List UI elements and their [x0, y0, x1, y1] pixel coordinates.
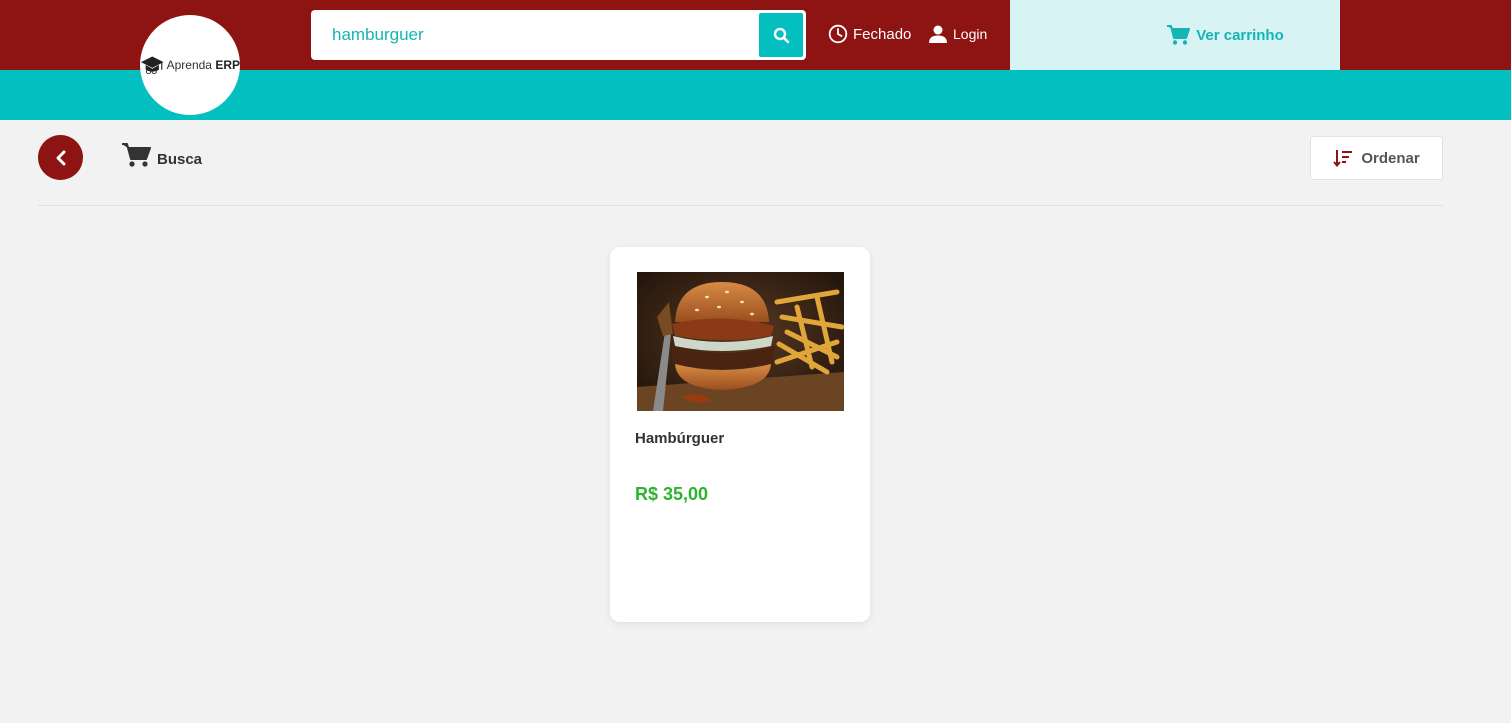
product-name: Hambúrguer	[635, 430, 725, 447]
search-button[interactable]	[759, 13, 803, 57]
view-cart-button[interactable]: Ver carrinho	[1010, 0, 1340, 70]
brand-name: Aprenda ERP	[166, 58, 240, 72]
search-bar	[311, 10, 806, 60]
status-label: Fechado	[853, 25, 912, 43]
search-icon	[773, 27, 789, 43]
cart-icon	[122, 143, 151, 167]
login-label: Login	[953, 26, 988, 42]
breadcrumb-label: Busca	[157, 151, 203, 168]
login-link[interactable]: Login	[928, 24, 987, 44]
sort-label: Ordenar	[1361, 149, 1420, 167]
clock-icon	[828, 24, 848, 44]
graduation-cap-icon	[140, 56, 164, 75]
store-status: Fechado	[828, 24, 911, 44]
product-card[interactable]: Hambúrguer R$ 35,00	[610, 247, 870, 622]
chevron-left-icon	[56, 150, 65, 165]
sort-button[interactable]: Ordenar	[1310, 136, 1443, 180]
brand-logo[interactable]: Aprenda ERP	[140, 15, 240, 115]
breadcrumb: Busca	[121, 142, 202, 168]
product-price: R$ 35,00	[635, 484, 709, 504]
divider	[38, 205, 1443, 206]
cart-label: Ver carrinho	[1196, 26, 1284, 44]
search-input[interactable]	[311, 10, 759, 60]
cart-icon	[1167, 25, 1191, 45]
user-icon	[929, 25, 947, 43]
product-image	[637, 272, 844, 411]
back-button[interactable]	[38, 135, 83, 180]
sort-icon	[1333, 150, 1353, 167]
